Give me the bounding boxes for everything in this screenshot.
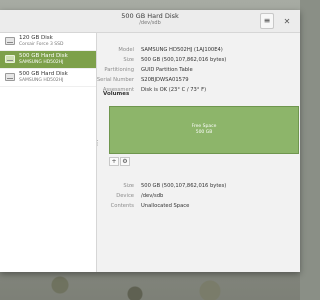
volumes-heading: Volumes xyxy=(103,91,130,97)
plus-icon: + xyxy=(111,158,117,165)
hard-disk-icon xyxy=(5,37,15,45)
model-label: Model xyxy=(118,47,134,53)
serial-label: Serial Number xyxy=(96,77,134,83)
gears-icon: ⚙ xyxy=(122,158,128,165)
close-icon: ✕ xyxy=(283,16,291,26)
partitioning-value: GUID Partition Table xyxy=(141,67,193,73)
volume-size-value: 500 GB (500,107,862,016 bytes) xyxy=(141,183,227,189)
disks-window: 500 GB Hard Disk /dev/sdb ≡ ✕ 120 GB Dis… xyxy=(0,10,300,272)
model-row: Model SAMSUNG HD502HJ (1AJ100E4) xyxy=(97,45,300,55)
hamburger-menu-icon: ≡ xyxy=(263,16,271,25)
volume-graph-size: 500 GB xyxy=(195,130,213,135)
serial-row: Serial Number S20BJDWSA01579 xyxy=(97,75,300,85)
title-bar: 500 GB Hard Disk /dev/sdb ≡ ✕ xyxy=(0,10,300,33)
volume-toolbar: + ⚙ xyxy=(109,157,131,167)
hard-disk-icon xyxy=(5,55,15,63)
volume-info: Size 500 GB (500,107,862,016 bytes) Devi… xyxy=(97,181,300,211)
device-row: Device /dev/sdb xyxy=(97,191,300,201)
contents-label: Contents xyxy=(110,203,134,209)
size-row: Size 500 GB (500,107,862,016 bytes) xyxy=(97,55,300,65)
create-partition-button[interactable]: + xyxy=(109,157,119,166)
assessment-value: Disk is OK (23° C / 73° F) xyxy=(141,87,207,93)
device-value: /dev/sdb xyxy=(141,193,164,199)
close-button[interactable]: ✕ xyxy=(282,16,292,26)
partitioning-row: Partitioning GUID Partition Table xyxy=(97,65,300,75)
volume-size-label: Size xyxy=(123,183,134,189)
drive-details-pane: Model SAMSUNG HD502HJ (1AJ100E4) Size 50… xyxy=(97,33,300,272)
serial-value: S20BJDWSA01579 xyxy=(141,77,189,83)
hard-disk-icon xyxy=(5,73,15,81)
size-value: 500 GB (500,107,862,016 bytes) xyxy=(141,57,227,63)
contents-value: Unallocated Space xyxy=(141,203,190,209)
window-subtitle: /dev/sdb xyxy=(139,20,161,26)
window-title: 500 GB Hard Disk xyxy=(121,12,179,20)
drive-name: 120 GB Disk xyxy=(19,35,53,41)
size-label: Size xyxy=(123,57,134,63)
model-value: SAMSUNG HD502HJ (1AJ100E4) xyxy=(141,47,223,53)
free-space-volume[interactable]: Free Space 500 GB xyxy=(109,106,299,154)
additional-options-button[interactable]: ⚙ xyxy=(120,157,130,166)
menu-button[interactable]: ≡ xyxy=(260,13,274,29)
drive-info: Model SAMSUNG HD502HJ (1AJ100E4) Size 50… xyxy=(97,45,300,95)
contents-row: Contents Unallocated Space xyxy=(97,201,300,211)
volume-size-row: Size 500 GB (500,107,862,016 bytes) xyxy=(97,181,300,191)
device-label: Device xyxy=(116,193,134,199)
partitioning-label: Partitioning xyxy=(104,67,134,73)
